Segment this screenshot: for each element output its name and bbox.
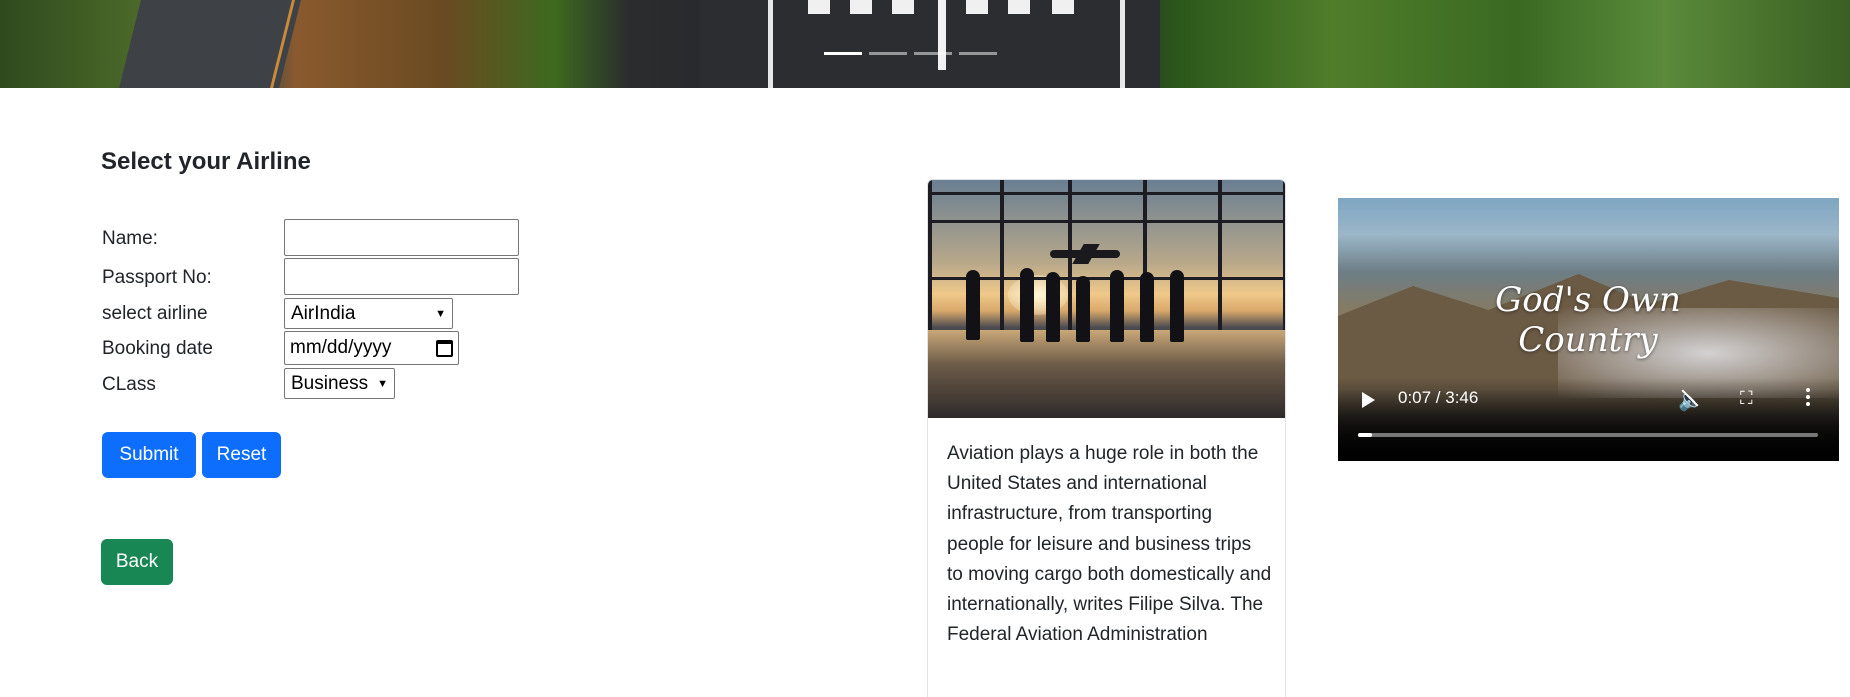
card-image-airport-travelers [928, 180, 1285, 418]
runway-stripe [892, 0, 914, 14]
airline-label: select airline [102, 303, 208, 324]
traveler-silhouette [1076, 276, 1090, 342]
traveler-silhouette [1110, 270, 1124, 342]
passport-label: Passport No: [102, 267, 212, 288]
reflective-floor [928, 330, 1285, 418]
window-transom [928, 220, 1285, 223]
runway-stripe [1052, 0, 1074, 14]
airplane-silhouette [1050, 250, 1120, 258]
passport-input[interactable] [284, 258, 519, 295]
airline-selected-value: AirIndia [291, 302, 356, 324]
video-time-display: 0:07 / 3:46 [1398, 388, 1479, 407]
class-select[interactable]: Business ▼ [284, 368, 395, 399]
name-input[interactable] [284, 219, 519, 256]
airline-select[interactable]: AirIndia ▼ [284, 298, 453, 329]
calendar-icon[interactable] [436, 339, 453, 357]
carousel-indicator-4[interactable] [959, 52, 997, 55]
runway-stripe [1008, 0, 1030, 14]
form-title: Select your Airline [101, 148, 311, 175]
runway-edge-right [1120, 0, 1125, 88]
video-overlay-title: God's Own Country [1495, 280, 1681, 360]
window-transom [928, 277, 1285, 280]
hero-carousel [0, 0, 1850, 88]
date-placeholder: mm/dd/yyyy [290, 337, 392, 358]
reset-button[interactable]: Reset [202, 432, 281, 478]
video-player[interactable]: God's Own Country 0:07 / 3:46 🔈 ⛶ [1338, 198, 1839, 461]
play-icon[interactable] [1362, 392, 1375, 408]
class-label: CLass [102, 374, 156, 395]
more-options-icon[interactable] [1806, 388, 1810, 406]
booking-date-input[interactable]: mm/dd/yyyy [284, 331, 459, 365]
aviation-card: Aviation plays a huge role in both the U… [927, 179, 1286, 697]
carousel-indicator-3[interactable] [914, 52, 952, 55]
class-selected-value: Business [291, 372, 369, 394]
chevron-down-icon: ▼ [435, 307, 446, 320]
video-progress-fill [1358, 433, 1372, 437]
chevron-down-icon: ▼ [377, 377, 388, 390]
runway-center-line [938, 0, 946, 70]
traveler-silhouette [1170, 270, 1184, 342]
booking-date-label: Booking date [102, 338, 213, 359]
back-button[interactable]: Back [101, 539, 173, 585]
traveler-silhouette [1140, 272, 1154, 342]
runway-edge-left [768, 0, 773, 88]
carousel-indicator-1[interactable] [824, 52, 862, 55]
card-text: Aviation plays a huge role in both the U… [947, 443, 1272, 646]
fullscreen-icon[interactable]: ⛶ [1740, 388, 1753, 409]
submit-button[interactable]: Submit [102, 432, 196, 478]
carousel-indicator-2[interactable] [869, 52, 907, 55]
runway-stripe [850, 0, 872, 14]
traveler-silhouette [1046, 272, 1060, 342]
runway-stripe [808, 0, 830, 14]
name-label: Name: [102, 228, 158, 249]
window-transom [928, 192, 1285, 195]
traveler-silhouette [966, 270, 980, 340]
carousel-image-runway-left [119, 0, 301, 88]
traveler-silhouette [1020, 268, 1034, 342]
video-progress-track[interactable] [1358, 433, 1818, 437]
runway-stripe [966, 0, 988, 14]
